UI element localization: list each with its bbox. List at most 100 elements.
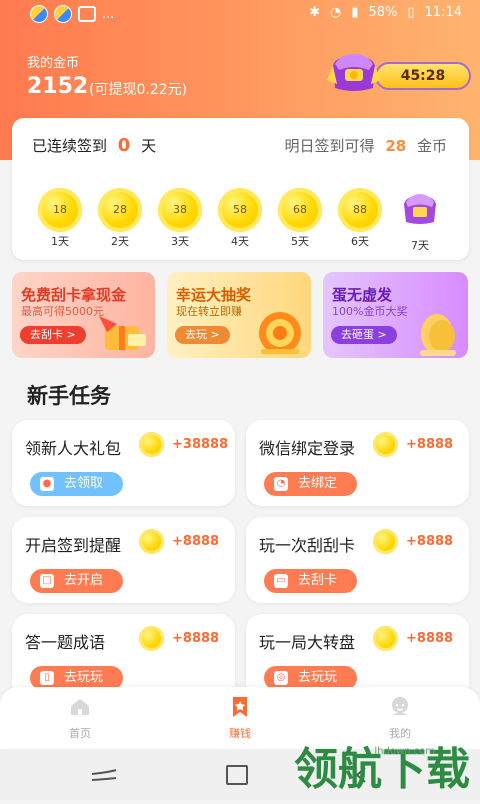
watermark-site: lhdown.com: [374, 746, 435, 757]
status-right-icons: ✱ ◔ ▮ 58% ▯ 11:14: [309, 5, 462, 20]
scratch-card-icon: ▭: [274, 574, 288, 588]
bag-icon: [78, 6, 96, 22]
nav-home[interactable]: 首页: [45, 695, 115, 741]
promo-subtitle: 最高可得5000元: [21, 305, 104, 318]
task-button-label: 去绑定: [298, 476, 338, 491]
signin-days-row: 18 1天 28 2天 38 3天 58 4天 68 5天 88 6天 7天: [36, 188, 446, 252]
claim-gift-button[interactable]: ● 去领取: [30, 472, 124, 496]
signin-day-3[interactable]: 38 3天: [156, 188, 204, 248]
lucky-draw-promo[interactable]: 幸运大抽奖 现在转立即赚 去玩 >: [167, 272, 311, 358]
day-label: 1天: [51, 235, 69, 248]
task-card-scratch: 玩一次刮刮卡 +8888 ▭ 去刮卡: [246, 517, 469, 603]
task-reward: +8888: [406, 631, 454, 646]
scratch-card-button[interactable]: 去刮卡 >: [20, 326, 86, 344]
clock-time: 11:14: [424, 5, 462, 20]
day-label: 7天: [411, 239, 429, 252]
signin-day-6[interactable]: 88 6天: [336, 188, 384, 248]
task-title: 微信绑定登录: [259, 439, 356, 458]
nav-mine[interactable]: 我的: [365, 695, 435, 741]
nav-home-label: 首页: [69, 727, 91, 740]
signin-right-prefix: 明日签到可得: [284, 137, 375, 155]
wechat-icon: ◔: [274, 477, 288, 491]
day-label: 2天: [111, 235, 129, 248]
task-reward: +8888: [172, 534, 220, 549]
coin-icon: [139, 626, 164, 651]
promo-title: 免费刮卡拿现金: [21, 286, 127, 304]
coin-icon: [373, 626, 398, 651]
signal-icon: ▮: [351, 5, 359, 20]
coin-icon: [139, 529, 164, 554]
day-coin-icon: 28: [98, 188, 142, 232]
golden-egg-icon: [420, 314, 456, 356]
scratch-card-promo[interactable]: 免费刮卡拿现金 最高可得5000元 去刮卡 >: [12, 272, 155, 358]
egg-smash-promo[interactable]: 蛋无虚发 100%金币大奖 去砸蛋 >: [323, 272, 468, 358]
signin-card: 已连续签到 0 天 明日签到可得 28 金币 18 1天 28 2天 38 3天…: [12, 118, 469, 260]
profile-icon: [392, 697, 408, 715]
task-button-label: 去领取: [64, 476, 104, 491]
signin-day-4[interactable]: 58 4天: [216, 188, 264, 248]
new-user-tasks-title: 新手任务: [27, 384, 111, 408]
calendar-icon: □: [40, 574, 54, 588]
task-button-label: 去玩玩: [298, 670, 338, 685]
signin-tomorrow-reward: 28: [385, 137, 407, 155]
status-more: ...: [102, 6, 115, 22]
task-card-reminder: 开启签到提醒 +8888 □ 去开启: [12, 517, 235, 603]
day-label: 4天: [231, 235, 249, 248]
task-reward: +8888: [172, 631, 220, 646]
day-coin-icon: 38: [158, 188, 202, 232]
cash-hint: (可提现0.22元): [89, 82, 188, 98]
battery-icon: ▯: [407, 5, 415, 20]
battery-percent: 58%: [368, 5, 398, 20]
day-coin-icon: 88: [338, 188, 382, 232]
egg-smash-button[interactable]: 去砸蛋 >: [331, 326, 397, 344]
coin-icon: [373, 432, 398, 457]
coin-icon: [373, 529, 398, 554]
scratch-task-button[interactable]: ▭ 去刮卡: [264, 569, 358, 593]
task-title: 玩一局大转盘: [259, 633, 356, 652]
treasure-chest-icon: [327, 54, 381, 91]
chest-timer-badge[interactable]: 45:28: [323, 46, 473, 101]
signin-day-2[interactable]: 28 2天: [96, 188, 144, 248]
signin-streak: 已连续签到 0 天: [32, 135, 156, 156]
coin-label: 我的金币: [27, 56, 80, 71]
app-icon-2: [54, 5, 72, 23]
day-coin-icon: 68: [278, 188, 322, 232]
chest-timer: 45:28: [375, 62, 471, 90]
signin-right-suffix: 金币: [416, 137, 447, 155]
status-bar: ... ✱ ◔ ▮ 58% ▯ 11:14: [0, 0, 480, 28]
task-card-wechat: 微信绑定登录 +8888 ◔ 去绑定: [246, 420, 469, 506]
bluetooth-icon: ✱: [309, 5, 320, 20]
task-button-label: 去开启: [64, 573, 104, 588]
enable-reminder-button[interactable]: □ 去开启: [30, 569, 124, 593]
task-card-gift: 领新人大礼包 +38888 ● 去领取: [12, 420, 235, 506]
gift-box-icon: [99, 316, 146, 350]
home-icon: [71, 699, 89, 715]
task-reward: +8888: [406, 534, 454, 549]
wheel-icon: [259, 312, 301, 354]
task-title: 开启签到提醒: [25, 536, 122, 555]
promo-subtitle: 100%金币大奖: [332, 305, 408, 318]
day-label: 6天: [351, 235, 369, 248]
signin-day-1[interactable]: 18 1天: [36, 188, 84, 248]
nav-earn[interactable]: 赚钱: [205, 695, 275, 741]
signin-tomorrow: 明日签到可得 28 金币: [285, 135, 447, 156]
nav-earn-label: 赚钱: [229, 727, 251, 740]
task-button-label: 去刮卡: [298, 573, 338, 588]
signin-day-5[interactable]: 68 5天: [276, 188, 324, 248]
coin-icon: [139, 432, 164, 457]
earn-icon: [233, 697, 247, 717]
status-left-icons: ...: [30, 5, 114, 23]
bind-wechat-button[interactable]: ◔ 去绑定: [264, 472, 358, 496]
signin-day-7[interactable]: 7天: [396, 188, 444, 252]
day-label: 5天: [291, 235, 309, 248]
app-icon-1: [30, 5, 48, 23]
task-button-label: 去玩玩: [64, 670, 104, 685]
day-coin-icon: 58: [218, 188, 262, 232]
wheel-icon: ◎: [274, 671, 288, 685]
coin-button-icon: ●: [40, 477, 54, 491]
nav-mine-label: 我的: [389, 727, 411, 740]
promo-title: 蛋无虚发: [332, 286, 393, 304]
lucky-draw-button[interactable]: 去玩 >: [175, 326, 230, 344]
promo-subtitle: 现在转立即赚: [176, 305, 242, 318]
day-label: 3天: [171, 235, 189, 248]
